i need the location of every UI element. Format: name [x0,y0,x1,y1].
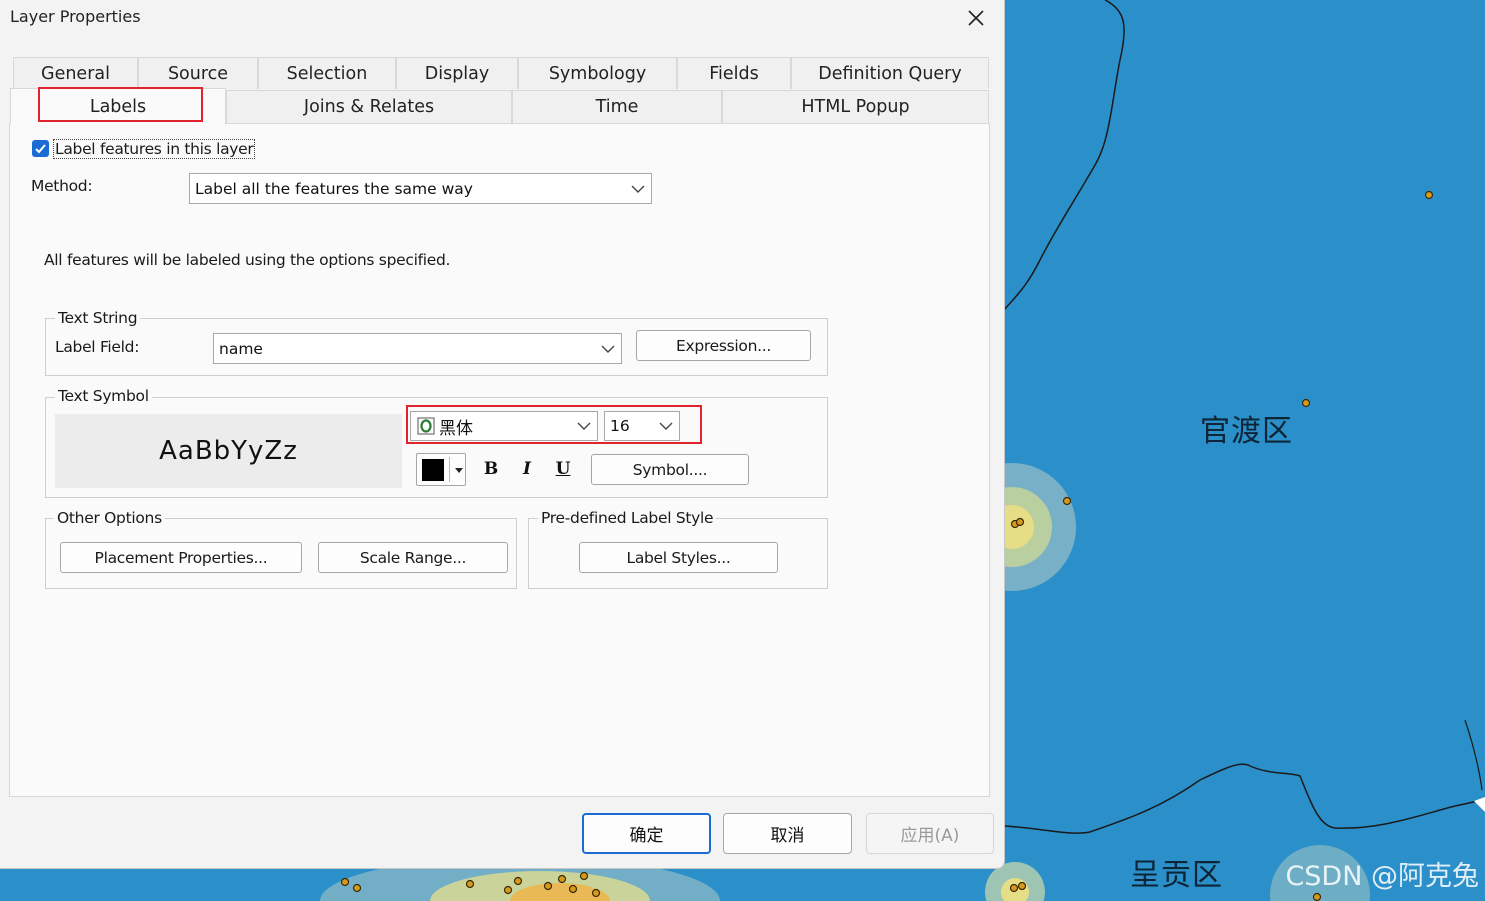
label-field-label: Label Field: [55,338,140,356]
chevron-down-icon [601,345,615,353]
font-size-value: 16 [610,417,630,435]
font-color-picker[interactable] [416,453,466,486]
chevron-down-icon [577,422,591,430]
tab-time[interactable]: Time [512,90,722,123]
italic-button[interactable]: I [514,456,540,482]
expression-button[interactable]: Expression... [636,330,811,361]
color-dropdown-separator [449,457,450,482]
tab-general[interactable]: General [13,57,138,89]
tab-joins-relates[interactable]: Joins & Relates [226,90,512,123]
tab-display[interactable]: Display [396,57,518,89]
apply-button[interactable]: 应用(A) [866,813,994,854]
window-title: Layer Properties [10,7,141,26]
placement-properties-button[interactable]: Placement Properties... [60,542,302,573]
checkmark-icon [35,144,46,154]
label-features-checkbox[interactable] [32,140,49,157]
map-label-guandu: 官渡区 [1200,414,1293,449]
method-dropdown[interactable]: Label all the features the same way [189,173,652,204]
scale-range-button[interactable]: Scale Range... [318,542,508,573]
method-value: Label all the features the same way [195,179,473,198]
close-button[interactable] [956,2,996,34]
tab-symbology[interactable]: Symbology [518,57,677,89]
chevron-down-icon [631,185,645,193]
label-field-dropdown[interactable]: name [213,333,622,364]
caret-down-icon [455,468,463,473]
cancel-button[interactable]: 取消 [723,813,852,854]
font-size-dropdown[interactable]: 16 [604,411,680,441]
opentype-font-icon [417,417,435,435]
tab-fields[interactable]: Fields [677,57,791,89]
text-string-title: Text String [55,309,141,327]
tab-source[interactable]: Source [138,57,258,89]
label-field-value: name [219,339,263,358]
title-bar[interactable]: Layer Properties [0,0,1004,40]
tab-definition-query[interactable]: Definition Query [791,57,989,89]
bold-button[interactable]: B [478,456,504,482]
tab-labels[interactable]: Labels [10,88,226,124]
method-label: Method: [31,177,93,195]
tab-selection[interactable]: Selection [258,57,396,89]
underline-button[interactable]: U [550,456,576,482]
font-value: 黑体 [439,418,473,439]
tab-html-popup[interactable]: HTML Popup [722,90,989,123]
font-color-swatch [422,459,444,481]
symbol-button[interactable]: Symbol.... [591,454,749,485]
other-options-title: Other Options [54,509,165,527]
predefined-label-style-title: Pre-defined Label Style [538,509,717,527]
watermark: CSDN @阿克兔 [1285,861,1479,892]
ok-button[interactable]: 确定 [582,813,711,854]
font-dropdown[interactable]: 黑体 [410,411,598,441]
layer-properties-dialog: Layer Properties General Source Selectio… [0,0,1005,869]
label-styles-button[interactable]: Label Styles... [579,542,778,573]
label-features-label[interactable]: Label features in this layer [53,139,256,159]
text-symbol-preview[interactable]: AaBbYyZz [55,414,402,488]
text-symbol-title: Text Symbol [55,387,152,405]
close-icon [968,10,984,26]
chevron-down-icon [659,422,673,430]
info-text: All features will be labeled using the o… [44,251,451,269]
map-label-chenggong: 呈贡区 [1130,858,1223,893]
